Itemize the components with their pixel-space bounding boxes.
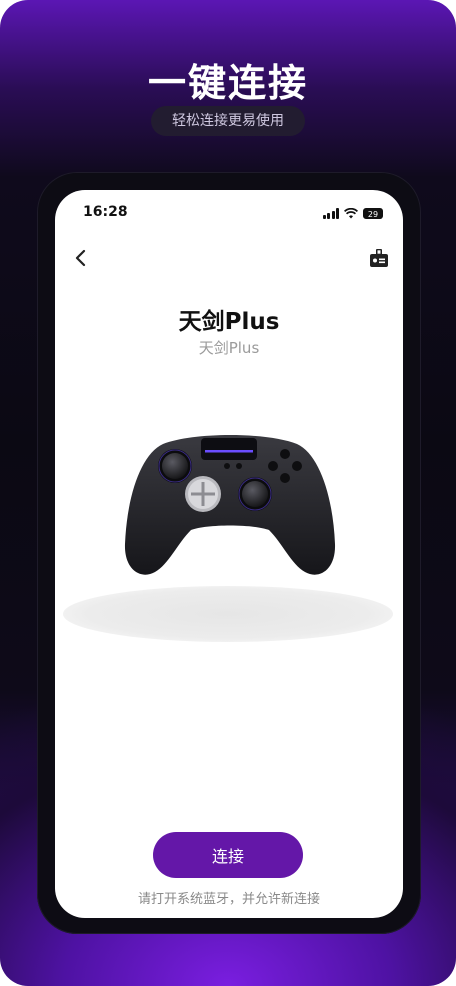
chevron-left-icon[interactable] [67, 244, 95, 272]
headline: 一键连接 [147, 61, 308, 105]
connect-button[interactable]: 连接 [153, 832, 303, 878]
bluetooth-hint: 请打开系统蓝牙，并允许新连接 [137, 892, 320, 907]
device-subtitle: 天剑Plus [198, 339, 260, 357]
cellular-signal-icon [322, 207, 339, 219]
app-screen: 16:28 29 天剑Plus 天剑Plus 连接 请打开系统蓝牙，并允许新连接 [55, 190, 403, 918]
status-icons: 29 [322, 206, 383, 220]
promo-poster: 一键连接 轻松连接更易使用 16:28 29 天剑Plus 天剑Plus 连接 … [0, 0, 456, 986]
gamepad-image [124, 435, 336, 575]
battery-icon: 29 [363, 207, 383, 219]
floor-shadow [63, 586, 393, 642]
customer-service-icon[interactable] [367, 246, 391, 270]
status-time: 16:28 [83, 204, 128, 220]
device-title: 天剑Plus [178, 309, 280, 335]
subheadline-pill: 轻松连接更易使用 [151, 106, 305, 136]
nav-bar [55, 244, 403, 272]
status-bar: 16:28 29 [55, 204, 403, 224]
wifi-icon [344, 207, 358, 218]
